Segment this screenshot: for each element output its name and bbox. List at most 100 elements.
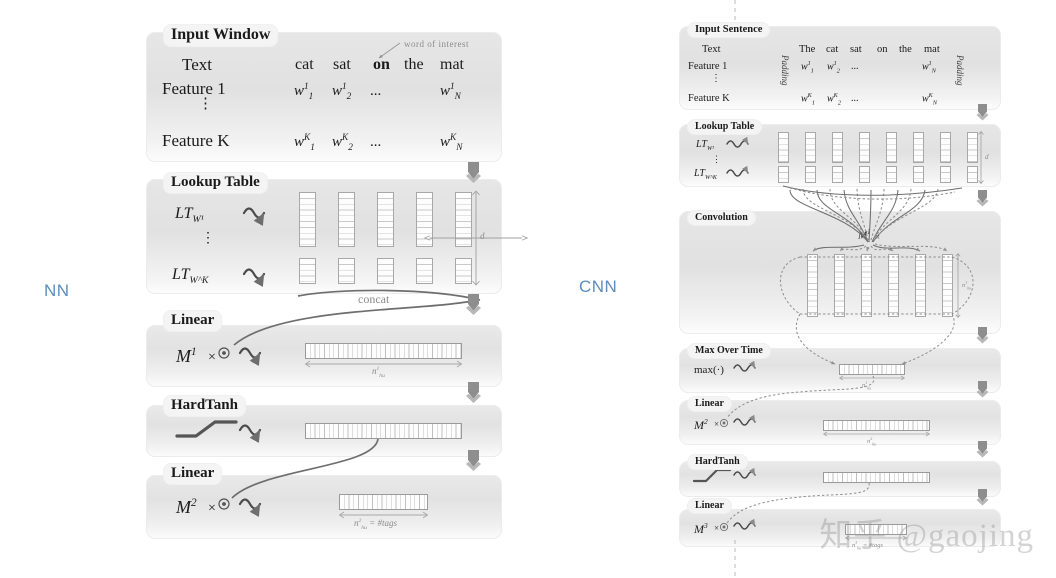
nn-input-vdots: ⋮: [198, 96, 213, 112]
cnn-f1-w1-sub: 1: [810, 67, 814, 75]
nn-linear2-size-sup: 2: [358, 518, 362, 524]
nn-fk-w1-sub: 1: [310, 143, 315, 153]
cnn-fk-dots: ...: [851, 93, 859, 104]
nn-lt-vec-r1-c0: [299, 192, 316, 247]
nn-linear2-op: ×: [208, 501, 216, 516]
nn-lt-vec-rk-c0: [299, 258, 316, 284]
nn-panel-title-linear-2: Linear: [164, 464, 222, 484]
nn-input-row-label-text: Text: [182, 55, 212, 74]
cnn-connector-lookup-to-convolution: [976, 190, 989, 207]
cnn-conv-matrix-sup: 1: [867, 229, 871, 236]
nn-f1-w1-sub: 1: [308, 92, 314, 102]
cnn-lt-row1-label: LTW¹: [696, 139, 714, 152]
cnn-conv-vec-1: [834, 254, 845, 317]
nn-linear1-op: ×: [208, 350, 216, 365]
nn-fk-wN-sub: N: [456, 143, 463, 153]
nn-input-row-label-feature1: Feature 1: [162, 79, 226, 98]
nn-lt-dim-label: d: [480, 231, 485, 241]
nn-linear1-size-sub: hu: [379, 372, 385, 379]
nn-lt-vec-r1-c3: [416, 192, 433, 247]
cnn-text-cell-5: mat: [924, 44, 940, 55]
figure-canvas: NN CNN Input Window Text Feature 1 ⋮ Fea…: [0, 0, 1056, 578]
cnn-hardtanh-output-vector: [823, 472, 930, 483]
nn-lt-rowk-lt: LT: [172, 266, 190, 283]
cnn-lt-vec-r1-c7: [967, 132, 978, 163]
nn-text-cell-4: mat: [440, 56, 464, 73]
nn-linear1-size-label: n1hu: [372, 366, 385, 379]
cnn-panel-title-linear-3: Linear: [688, 499, 731, 513]
cnn-lt-vec-rk-c5: [913, 166, 924, 183]
nn-lt-concat-label: concat: [358, 292, 390, 306]
cnn-f1-dots: ...: [851, 61, 859, 72]
nn-f1-wN-sup: 1: [450, 82, 455, 92]
cnn-fk-w1: wK1: [801, 92, 815, 107]
nn-linear1-size-sup: 1: [376, 366, 380, 372]
cnn-fk-wN: wKN: [922, 92, 937, 107]
cnn-f1-w1-sup: 1: [807, 60, 811, 67]
cnn-lt-vec-r1-c0: [778, 132, 789, 163]
cnn-lt-rowk-lt: LT: [694, 168, 705, 179]
cnn-conv-vec-4: [915, 254, 926, 317]
cnn-lt-vec-rk-c1: [805, 166, 816, 183]
cnn-max-output-vector: [839, 364, 905, 375]
nn-linear2-matrix: M2: [176, 497, 197, 518]
cnn-conv-op: ×: [875, 232, 881, 242]
cnn-input-row-label-featurek: Feature K: [688, 93, 730, 104]
cnn-fk-w2-sup: K: [833, 92, 838, 99]
cnn-input-row-label-feature1: Feature 1: [688, 61, 728, 72]
nn-panel-linear-2: [146, 475, 502, 539]
nn-fk-w1: wK1: [294, 133, 315, 153]
cnn-conv-size-sub: hu: [967, 285, 972, 291]
nn-panel-title-input-window: Input Window: [164, 25, 278, 46]
cnn-linear2-size-label: n2hu: [867, 436, 876, 446]
nn-fk-dots: ...: [370, 134, 382, 150]
nn-lt-vec-r1-c1: [338, 192, 355, 247]
cnn-input-vdots: ⋮: [711, 73, 721, 84]
cnn-lt-vec-rk-c3: [859, 166, 870, 183]
cnn-linear3-matrix: M3: [694, 521, 708, 537]
nn-linear2-output-vector: [339, 494, 428, 510]
nn-fk-w2-sub: 2: [348, 143, 353, 153]
nn-linear1-output-vector: [305, 343, 462, 359]
nn-panel-title-hardtanh: HardTanh: [164, 396, 245, 416]
cnn-panel-title-linear-2: Linear: [688, 397, 731, 411]
cnn-conv-vec-3: [888, 254, 899, 317]
nn-lt-row1-lt: LT: [175, 205, 193, 222]
cnn-linear3-matrix-sup: 3: [704, 521, 708, 530]
cnn-panel-title-lookup-table: Lookup Table: [688, 120, 762, 134]
nn-f1-wN: w1N: [440, 82, 461, 102]
cnn-f1-wN: w1N: [922, 60, 936, 75]
cnn-text-cell-2: sat: [850, 44, 862, 55]
cnn-fk-w1-sub: 1: [811, 99, 815, 107]
cnn-f1-wN-sub: N: [931, 67, 936, 75]
cnn-linear2-matrix-letter: M: [694, 418, 704, 432]
nn-lt-row1-sub: W¹: [192, 214, 204, 226]
nn-lt-vec-rk-c3: [416, 258, 433, 284]
nn-panel-title-lookup-table: Lookup Table: [164, 173, 267, 193]
nn-f1-w2: w12: [332, 82, 352, 102]
cnn-lt-vec-rk-c4: [886, 166, 897, 183]
cnn-padding-right: Padding: [955, 55, 965, 86]
cnn-lt-vec-rk-c7: [967, 166, 978, 183]
nn-f1-dots: ...: [370, 83, 382, 99]
nn-linear1-matrix: M1: [176, 346, 197, 367]
cnn-linear2-matrix: M2: [694, 417, 708, 433]
cnn-lt-vec-rk-c2: [832, 166, 843, 183]
cnn-input-row-label-text: Text: [702, 44, 721, 55]
nn-f1-w2-sub: 2: [346, 92, 352, 102]
cnn-f1-w2-sub: 2: [836, 67, 840, 75]
cnn-lt-vec-r1-c2: [832, 132, 843, 163]
cnn-text-cell-1: cat: [826, 44, 839, 55]
nn-text-cell-highlighted: on: [373, 56, 390, 73]
cnn-f1-w2-sup: 1: [833, 60, 837, 67]
nn-f1-wN-sub: N: [454, 92, 461, 102]
nn-text-cell-0: cat: [295, 56, 314, 73]
cnn-max-size-label: n1hu: [862, 380, 871, 390]
cnn-lt-vec-r1-c1: [805, 132, 816, 163]
nn-text-cell-1: sat: [333, 56, 351, 73]
arch-label-nn: NN: [44, 281, 70, 300]
cnn-linear2-op: ×: [714, 419, 720, 429]
nn-lt-vec-rk-c1: [338, 258, 355, 284]
nn-lt-vec-rk-c2: [377, 258, 394, 284]
nn-panel-title-linear-1: Linear: [164, 311, 222, 331]
